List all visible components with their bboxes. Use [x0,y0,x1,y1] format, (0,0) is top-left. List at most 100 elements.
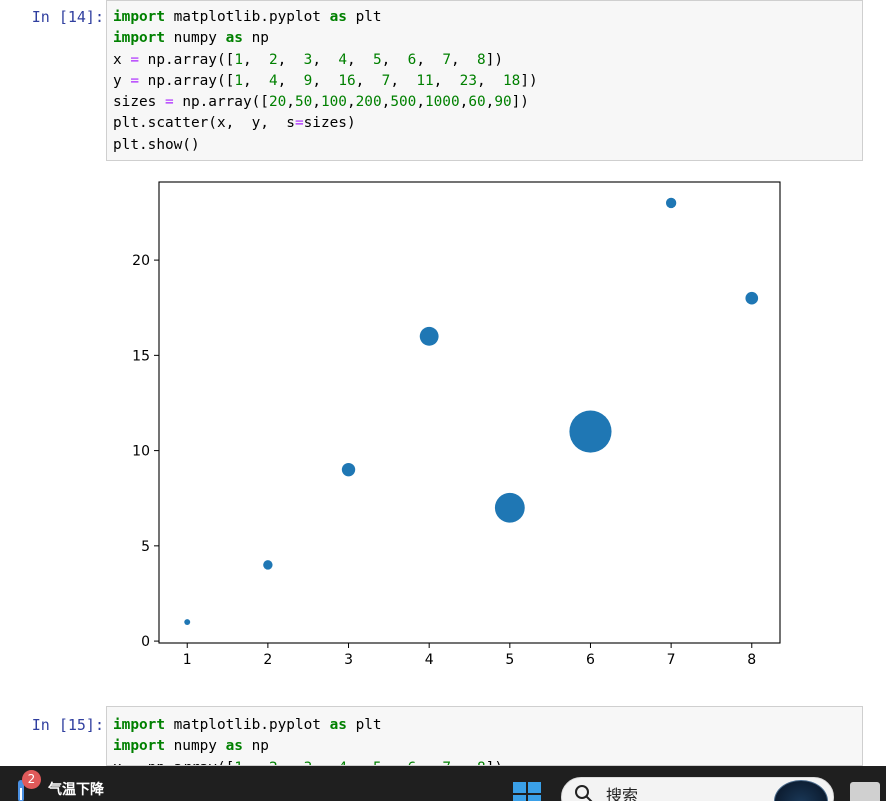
code-token: 100 [320,94,347,111]
code-token: 7 [442,51,452,68]
code-token: , [355,72,382,89]
x-tick-label: 8 [747,652,756,668]
code-token: , [347,51,373,68]
code-line: x = np.array([1, 2, 3, 4, 5, 6, 7, 8]) [107,50,862,71]
code-token: 16 [338,72,356,89]
code-token: , [346,94,356,111]
code-token: 18 [502,72,521,89]
code-token: ]) [485,51,504,68]
code-line: sizes = np.array([20,50,100,200,500,1000… [107,92,862,113]
scatter-point [419,326,439,346]
code-token: 500 [390,94,417,111]
code-token: 60 [468,94,486,111]
windows-taskbar: 2 气温下降 搜索 [0,766,886,801]
code-token: , [242,72,269,89]
code-token: x [113,51,131,68]
code-token: as [225,30,243,47]
code-token: plt.scatter(x, y, s [113,115,295,132]
code-token: , [312,72,339,89]
code-input-area[interactable]: import matplotlib.pyplot as plt import nu… [106,0,863,161]
code-token: import [113,9,165,25]
code-token: ]) [520,72,538,89]
code-input-area[interactable]: import matplotlib.pyplot as plt import nu… [106,706,863,766]
code-token: , [312,94,321,111]
code-token: 1 [234,51,243,68]
cell-prompt: In [15]: [31,716,104,734]
code-token: matplotlib.pyplot [164,9,330,25]
code-token: 50 [294,94,313,111]
taskbar-app-icon[interactable] [850,782,880,801]
y-tick-label: 20 [132,253,150,269]
code-token: , [381,51,408,68]
code-token: np.array([ [173,94,269,111]
axes-frame [158,181,781,644]
code-token: np.array([ [139,51,235,68]
scatter-point [494,492,525,523]
code-token: 4 [338,51,347,68]
code-token: , [416,51,443,68]
scatter-point [184,619,191,626]
code-token: plt [346,717,382,733]
code-token: numpy [164,30,226,47]
scatter-point [569,410,612,453]
code-token: 11 [416,72,434,89]
code-token: = [164,94,174,111]
code-token: numpy [164,738,226,755]
x-tick-label: 2 [263,652,272,668]
code-token: 1 [234,72,243,89]
scatter-point [665,197,677,209]
code-token: , [476,72,503,89]
code-token: np.array([ [139,72,235,89]
code-token: as [329,717,347,733]
code-token: np [242,738,269,755]
search-placeholder: 搜索 [606,786,639,801]
cell-prompt: In [14]: [31,8,104,26]
scatter-point [341,462,356,477]
x-tick-label: 1 [183,652,192,668]
code-token: 20 [268,94,287,111]
code-line: import matplotlib.pyplot as plt [107,7,862,28]
code-line: import numpy as np [107,736,862,757]
start-button[interactable] [512,780,544,801]
code-token: import [113,30,165,47]
scatter-point [745,291,759,305]
weather-widget[interactable]: 2 气温下降 [12,770,122,801]
code-token: 8 [477,51,486,68]
code-token: = [294,115,304,132]
code-token: , [286,94,295,111]
code-line: plt.show() [107,135,862,156]
code-token: plt [346,9,382,25]
code-token: 23 [459,72,477,89]
code-token: 200 [355,94,382,111]
code-token: , [312,51,339,68]
code-token: = [130,51,139,68]
code-token: sizes) [303,115,356,132]
y-tick-label: 0 [141,634,150,650]
code-token: , [242,51,269,68]
x-tick-label: 4 [425,652,434,668]
code-token: sizes [113,94,165,111]
code-token: , [459,94,469,111]
code-token: 90 [494,94,512,111]
code-token: , [451,51,478,68]
code-line: import matplotlib.pyplot as plt [107,715,862,736]
code-token: import [113,717,165,733]
code-token: , [433,72,460,89]
code-token: , [390,72,417,89]
code-token: y [113,72,131,89]
code-token: , [485,94,495,111]
code-token: import [113,738,165,755]
code-token: , [416,94,425,111]
code-token: , [277,51,304,68]
windows-logo-icon [513,782,541,801]
taskbar-search-box[interactable]: 搜索 [561,777,834,801]
code-token: , [277,72,304,89]
weather-text: 气温下降 [48,782,104,798]
code-token: plt.show() [113,136,200,153]
y-tick-label: 15 [132,348,150,364]
code-token: 4 [268,72,278,89]
x-tick-label: 6 [586,652,595,668]
code-token: as [225,738,243,755]
code-line: import numpy as np [107,28,862,49]
code-token: ]) [511,94,529,111]
